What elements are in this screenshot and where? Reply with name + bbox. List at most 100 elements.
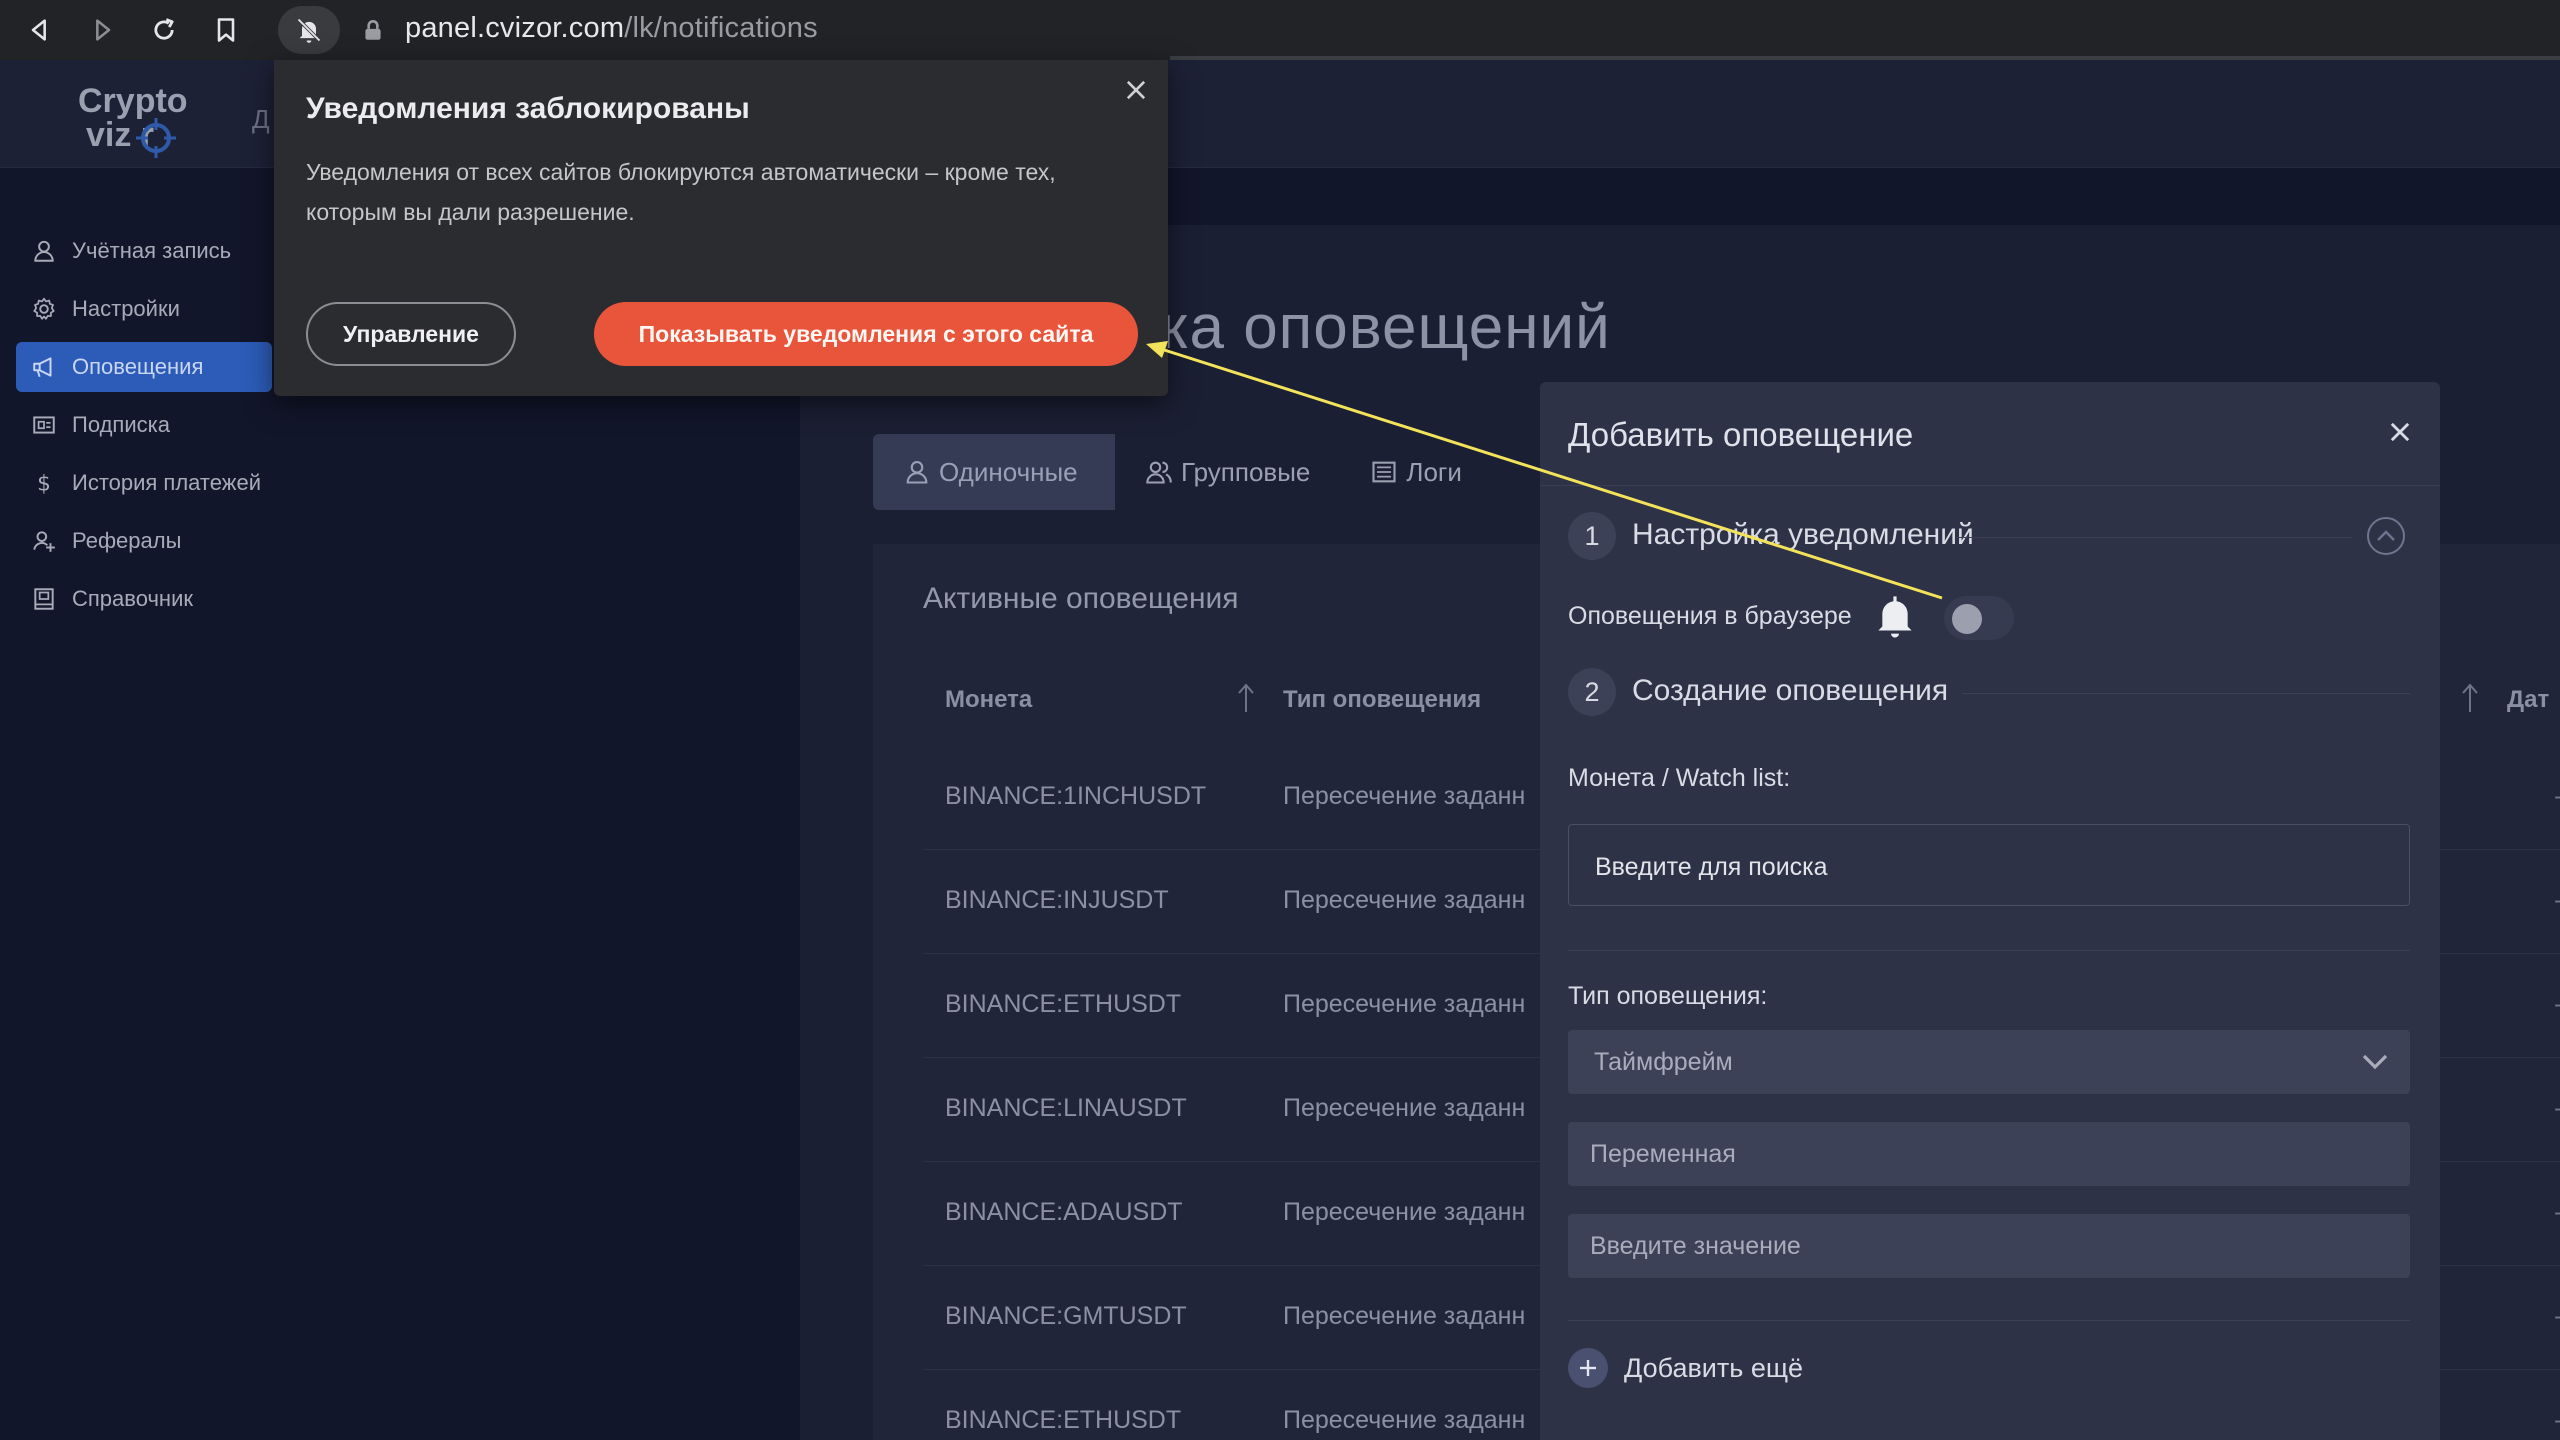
sidebar-item-label: Учётная запись [72,238,232,263]
date-cell: - [2554,990,2560,1019]
forward-icon [96,19,111,41]
section-divider [1568,950,2410,951]
sidebar-item-label: Настройки [72,296,180,321]
back-button[interactable] [20,10,60,50]
step-number: 1 [1568,512,1616,560]
add-alert-modal: Добавить оповещение 1 Настройка уведомле… [1540,382,2440,1440]
variable-placeholder: Переменная [1590,1140,1736,1168]
lock-icon [365,20,381,40]
sidebar-item-settings[interactable]: Настройки [16,284,272,334]
type-cell: Пересечение заданн [1283,1198,1526,1226]
date-cell: - [2554,886,2560,915]
forward-button[interactable] [82,10,122,50]
popup-title: Уведомления заблокированы [306,92,750,125]
close-icon[interactable] [1122,76,1150,104]
chevron-up-icon[interactable] [2366,516,2406,556]
coin-cell: BINANCE:LINAUSDT [945,1094,1187,1122]
sidebar-item-label: Оповещения [72,354,204,379]
crosshair-icon [136,118,176,158]
coin-watchlist-label: Монета / Watch list: [1568,764,1791,792]
column-header-date[interactable]: Дат [2507,686,2549,714]
sort-arrow-icon[interactable] [2459,682,2481,714]
coin-cell: BINANCE:ETHUSDT [945,990,1182,1018]
column-header-coin[interactable]: Монета [945,686,1032,714]
coin-cell: BINANCE:ADAUSDT [945,1198,1183,1226]
chevron-down-icon [2362,1054,2388,1070]
bookmark-button[interactable] [206,10,246,50]
user-icon [906,461,928,484]
section-divider [1568,1320,2410,1321]
column-header-type[interactable]: Тип оповещения [1283,686,1481,714]
type-cell: Пересечение заданн [1283,1406,1526,1434]
step-label-notification-settings[interactable]: Настройка уведомлений [1632,518,1974,552]
sidebar-item-label: Подписка [72,412,170,437]
coin-cell: BINANCE:1INCHUSDT [945,782,1207,810]
svg-text:$: $ [37,472,51,496]
date-cell: - [2554,782,2560,811]
step-label-create-alert[interactable]: Создание оповещения [1632,674,1948,708]
variable-input[interactable]: Переменная [1568,1122,2410,1186]
close-icon[interactable] [2386,418,2414,446]
step-divider [1956,537,2352,538]
tab-label: Логи [1406,456,1462,487]
browser-alerts-label: Оповещения в браузере [1568,602,1852,630]
alert-type-label: Тип оповещения: [1568,982,1768,1010]
coin-search-placeholder: Введите для поиска [1595,853,1828,881]
sidebar-item-referrals[interactable]: Рефералы [16,516,272,566]
type-cell: Пересечение заданн [1283,782,1526,810]
tab-single[interactable]: Одиночные [873,434,1115,510]
add-more-label: Добавить ещё [1624,1352,1804,1383]
logo-line-1: Crypto [78,82,188,120]
page-title: ка оповещений [1160,293,1611,362]
back-icon [31,19,46,41]
date-cell: - [2554,1406,2560,1435]
gear-icon [33,297,55,320]
step-divider [1962,693,2410,694]
url-host: panel.cvizor.com [405,12,625,44]
sidebar-item-label: Справочник [72,586,193,611]
log-icon [1372,461,1396,483]
alert-type-value: Таймфрейм [1594,1048,1733,1076]
browser-alerts-toggle[interactable] [1944,596,2014,640]
manage-button[interactable]: Управление [306,302,516,366]
coin-cell: BINANCE:GMTUSDT [945,1302,1187,1330]
sort-arrow-icon[interactable] [1235,682,1257,714]
bell-icon [1878,596,1912,638]
sidebar-item-alerts[interactable]: Оповещения [16,342,272,392]
type-cell: Пересечение заданн [1283,886,1526,914]
reload-icon [154,18,174,40]
reload-button[interactable] [144,10,184,50]
tab-label: Одиночные [939,456,1078,487]
plus-icon [1580,1360,1596,1376]
notifications-blocked-button[interactable] [278,6,340,54]
sidebar-item-label: Рефералы [72,528,182,553]
alert-type-select[interactable]: Таймфрейм [1568,1030,2410,1094]
coin-search-input[interactable]: Введите для поиска [1568,824,2410,906]
type-cell: Пересечение заданн [1283,990,1526,1018]
header-nav-partial[interactable]: Д [252,104,270,135]
type-cell: Пересечение заданн [1283,1302,1526,1330]
sidebar-item-subscription[interactable]: Подписка [16,400,272,450]
logo[interactable]: Crypto viz r [78,84,208,164]
user-icon [34,240,54,262]
date-cell: - [2554,1198,2560,1227]
bookmark-icon [217,18,235,42]
date-cell: - [2554,1302,2560,1331]
value-placeholder: Введите значение [1590,1232,1801,1260]
alert-tabs: Одиночные Групповые Логи [873,434,1492,510]
add-more-button[interactable]: Добавить ещё [1568,1348,1803,1388]
sidebar-item-account[interactable]: Учётная запись [16,226,272,276]
sidebar: Учётная запись Настройки Оповещения Подп… [0,226,290,626]
tab-logs[interactable]: Логи [1340,434,1492,510]
address-bar[interactable]: panel.cvizor.com/lk/notifications [405,12,818,45]
tab-group[interactable]: Групповые [1115,434,1340,510]
url-path: /lk/notifications [624,12,818,44]
type-cell: Пересечение заданн [1283,1094,1526,1122]
value-input[interactable]: Введите значение [1568,1214,2410,1278]
toggle-knob [1952,604,1982,634]
card-title: Активные оповещения [923,582,1239,615]
sidebar-item-payment-history[interactable]: $ История платежей [16,458,272,508]
sidebar-item-handbook[interactable]: Справочник [16,574,272,624]
allow-notifications-button[interactable]: Показывать уведомления с этого сайта [594,302,1138,366]
popup-description: Уведомления от всех сайтов блокируются а… [306,159,1056,225]
